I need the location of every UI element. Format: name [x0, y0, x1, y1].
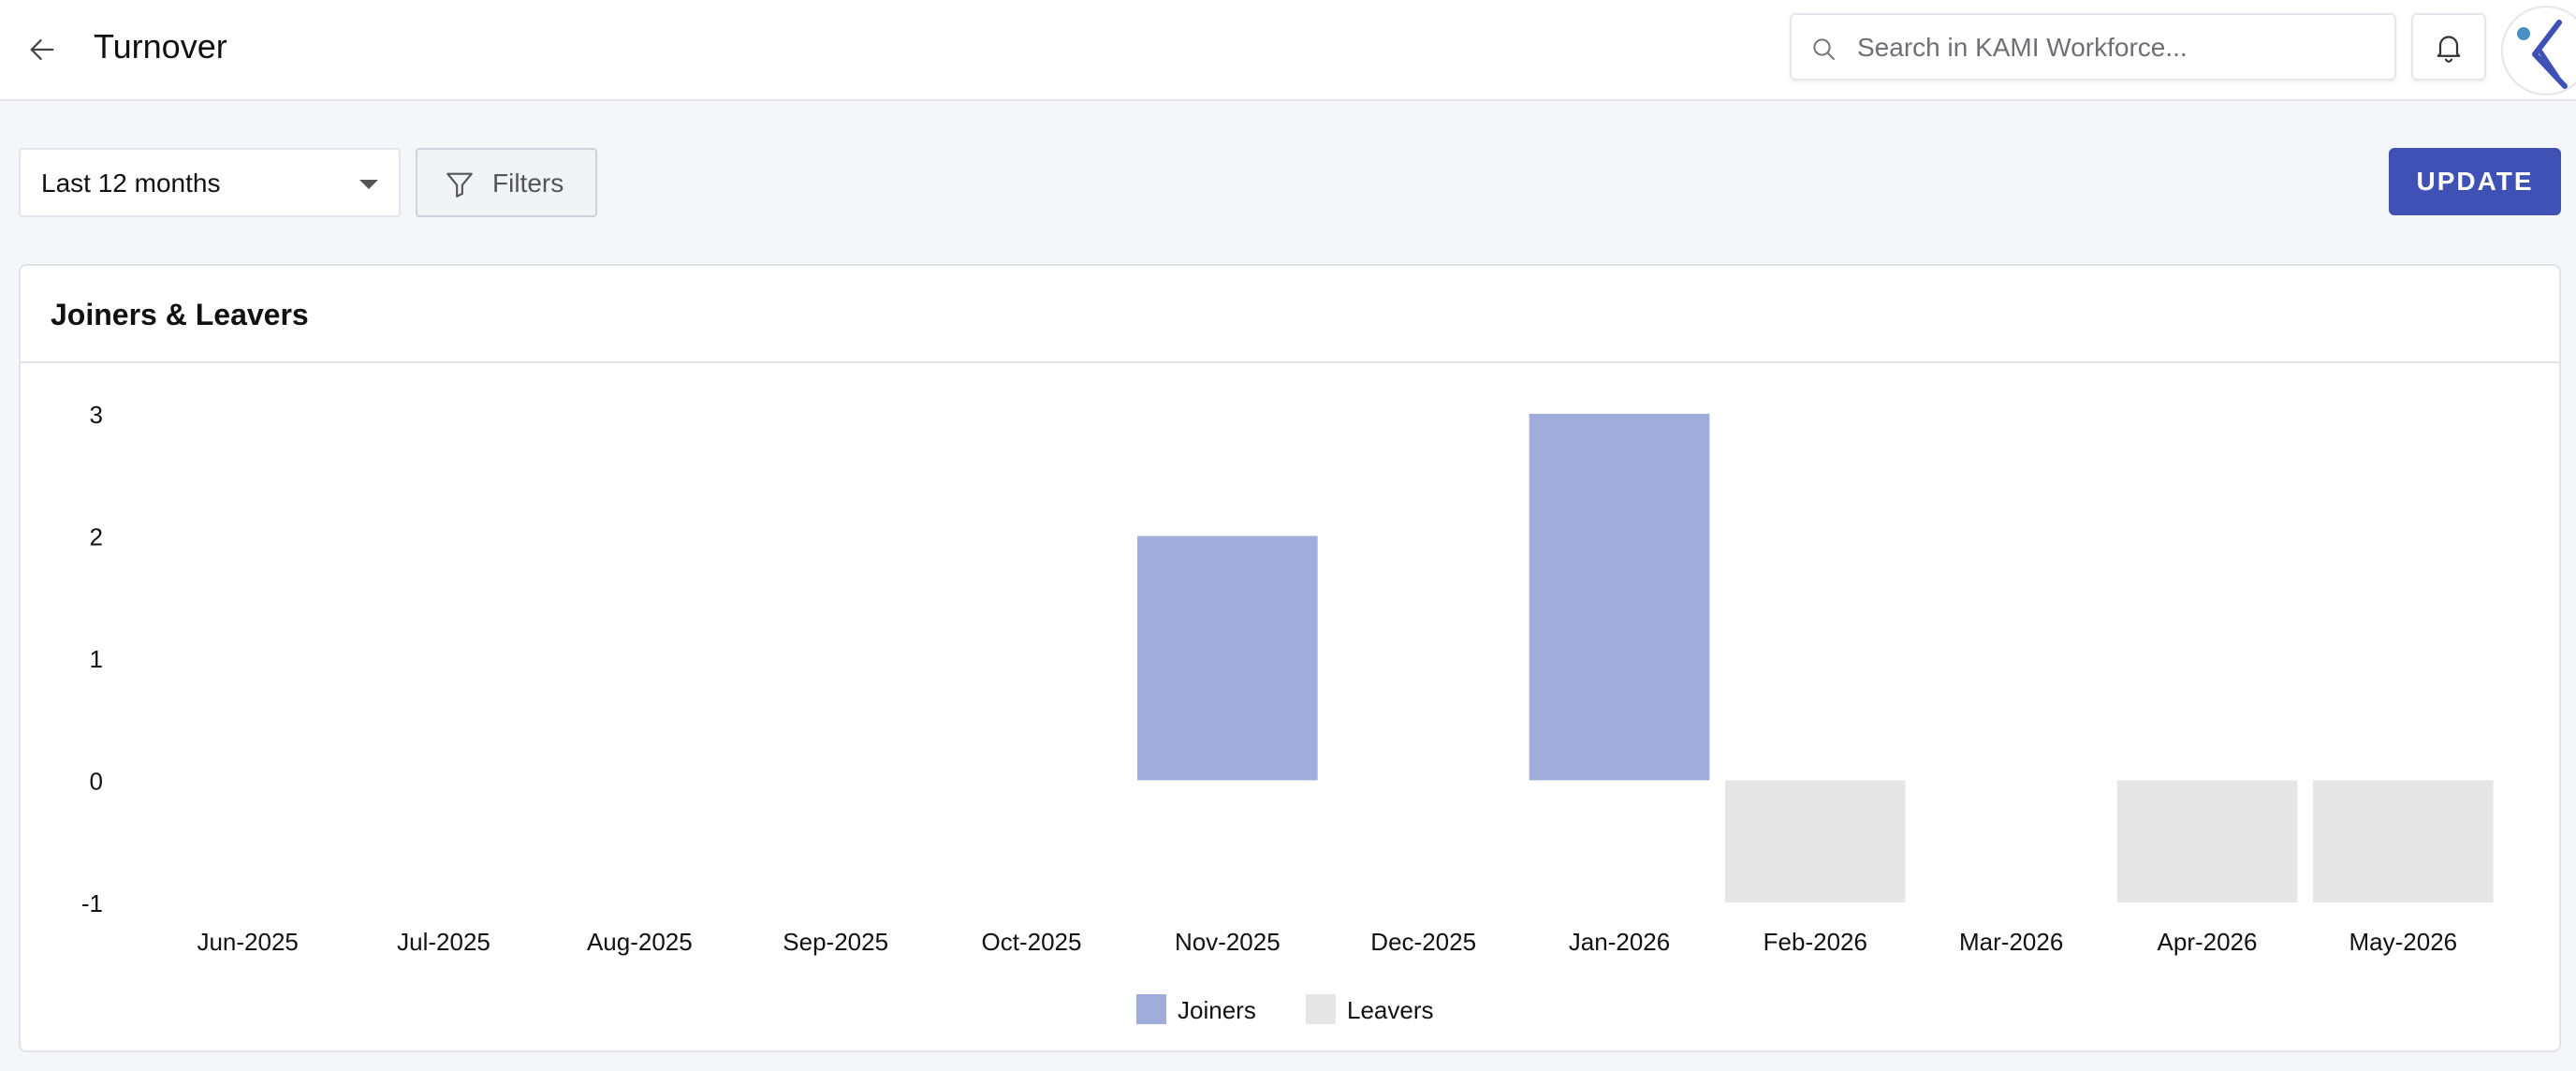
- brand-logo[interactable]: [2501, 6, 2576, 95]
- filters-label: Filters: [492, 169, 564, 198]
- search-input[interactable]: [1857, 28, 2381, 67]
- x-tick-label: Jan-2026: [1569, 928, 1670, 956]
- bar-leavers-may-2026[interactable]: [2313, 780, 2494, 903]
- y-tick-label: -1: [81, 889, 103, 917]
- filter-icon: [446, 172, 473, 198]
- x-tick-label: Aug-2025: [587, 928, 693, 956]
- notifications-button[interactable]: [2411, 13, 2486, 81]
- search-icon: [1813, 38, 1835, 60]
- legend-swatch-leavers[interactable]: [1306, 994, 1336, 1024]
- bar-joiners-nov-2025[interactable]: [1137, 536, 1318, 781]
- search-box[interactable]: [1790, 13, 2396, 81]
- x-tick-label: Oct-2025: [982, 928, 1082, 956]
- update-button[interactable]: UPDATE: [2389, 148, 2561, 215]
- y-tick-label: 0: [90, 768, 103, 796]
- bell-icon: [2437, 36, 2461, 63]
- bar-joiners-jan-2026[interactable]: [1529, 414, 1710, 781]
- period-select-value: Last 12 months: [41, 169, 221, 198]
- bar-leavers-apr-2026[interactable]: [2116, 780, 2298, 903]
- x-tick-label: Feb-2026: [1764, 928, 1867, 956]
- y-tick-label: 2: [90, 523, 103, 551]
- legend-label-joiners[interactable]: Joiners: [1178, 996, 1256, 1024]
- joiners-leavers-card: Joiners & Leavers 3 2 1 0 -1 Jun-2025 Jul-2025…: [19, 264, 2561, 1052]
- back-button[interactable]: [21, 28, 64, 71]
- x-tick-label: Sep-2025: [783, 928, 888, 956]
- bar-leavers-feb-2026[interactable]: [1725, 780, 1906, 903]
- app-header: Turnover: [0, 0, 2576, 101]
- filters-button[interactable]: Filters: [416, 148, 597, 217]
- y-tick-label: 1: [90, 645, 103, 673]
- y-tick-label: 3: [90, 401, 103, 429]
- arrow-left-icon: [30, 38, 54, 61]
- page-title: Turnover: [94, 27, 227, 66]
- legend-label-leavers[interactable]: Leavers: [1347, 996, 1434, 1024]
- x-tick-label: Jun-2025: [197, 928, 298, 956]
- x-tick-label: Nov-2025: [1175, 928, 1281, 956]
- x-tick-label: Apr-2026: [2158, 928, 2258, 956]
- joiners-leavers-chart: 3 2 1 0 -1 Jun-2025 Jul-2025 Aug-2025 Sep-2025 Oc…: [81, 401, 2494, 1024]
- x-tick-label: Mar-2026: [1959, 928, 2063, 956]
- legend-swatch-joiners[interactable]: [1136, 994, 1166, 1024]
- x-tick-label: Dec-2025: [1370, 928, 1476, 956]
- caret-down-icon: [359, 180, 378, 189]
- kami-logo-icon: [2517, 20, 2568, 89]
- x-tick-label: Jul-2025: [397, 928, 490, 956]
- x-tick-label: May-2026: [2349, 928, 2458, 956]
- period-select[interactable]: Last 12 months: [19, 148, 401, 217]
